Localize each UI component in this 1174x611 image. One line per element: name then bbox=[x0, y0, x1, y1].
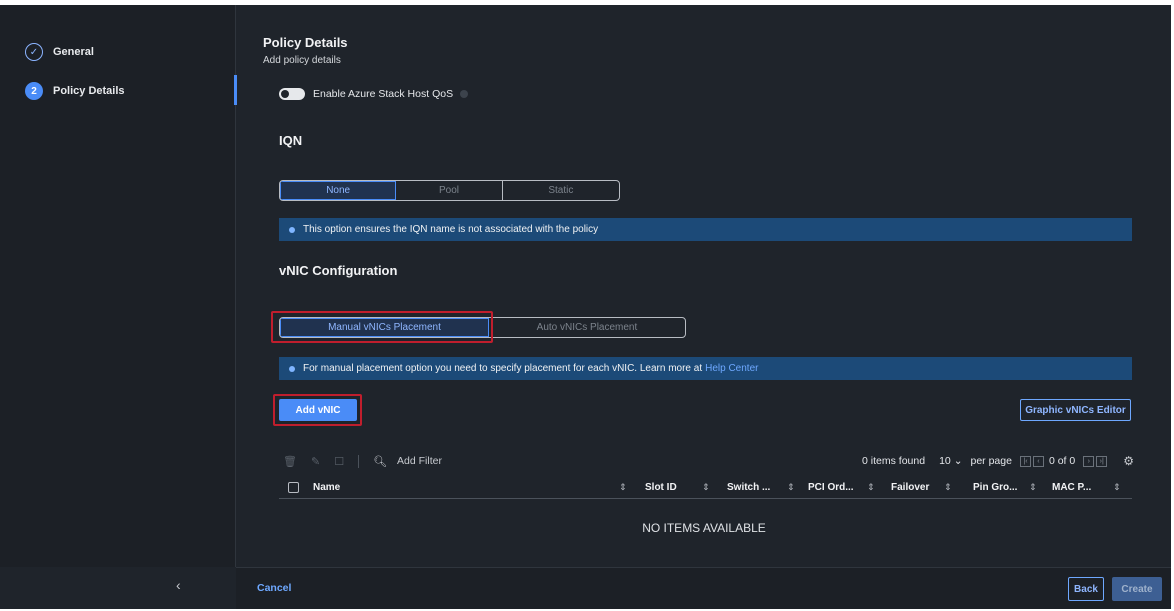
empty-state-text: NO ITEMS AVAILABLE bbox=[642, 521, 766, 535]
step-policy-details-label: Policy Details bbox=[53, 85, 125, 97]
sort-icon[interactable]: ⇕ bbox=[867, 482, 875, 493]
step-number-badge: 2 bbox=[25, 82, 43, 100]
per-page-label: per page bbox=[970, 455, 1012, 467]
page-info: 0 of 0 bbox=[1048, 455, 1076, 467]
highlight-box-add-vnic bbox=[273, 394, 362, 426]
column-pci-order[interactable]: PCI Ord... bbox=[808, 482, 854, 493]
next-page-icon[interactable]: › bbox=[1083, 455, 1095, 467]
gear-icon[interactable]: ⚙ bbox=[1123, 454, 1134, 468]
vnic-option-auto[interactable]: Auto vNICs Placement bbox=[489, 318, 685, 337]
vnic-section-title: vNIC Configuration bbox=[279, 263, 398, 278]
cancel-button[interactable]: Cancel bbox=[257, 582, 291, 594]
sort-icon[interactable]: ⇕ bbox=[619, 482, 627, 493]
info-icon bbox=[289, 226, 295, 233]
add-filter-input[interactable]: Add Filter bbox=[397, 455, 442, 467]
create-button[interactable]: Create bbox=[1112, 577, 1162, 601]
per-page-select[interactable]: 10 ⌄ bbox=[939, 455, 962, 467]
edit-icon[interactable]: ✎ bbox=[311, 455, 320, 468]
column-pin-group-label: Pin Gro... bbox=[973, 482, 1018, 493]
column-switch-label: Switch ... bbox=[727, 482, 771, 493]
sort-icon[interactable]: ⇕ bbox=[1029, 482, 1037, 493]
column-failover[interactable]: Failover bbox=[891, 482, 929, 493]
wizard-sidebar: ✓ General 2 Policy Details ‹ bbox=[0, 5, 236, 593]
table-header-row: Name ⇕ Slot ID ⇕ Switch ... ⇕ PCI Ord...… bbox=[279, 477, 1132, 499]
vnic-banner-text: For manual placement option you need to … bbox=[303, 363, 703, 374]
help-center-link[interactable]: Help Center bbox=[705, 363, 758, 374]
page-subtitle: Add policy details bbox=[263, 55, 341, 66]
iqn-banner-text: This option ensures the IQN name is not … bbox=[303, 224, 599, 235]
vnic-info-banner: For manual placement option you need to … bbox=[279, 357, 1132, 380]
azure-qos-label: Enable Azure Stack Host QoS bbox=[313, 88, 454, 100]
back-button[interactable]: Back bbox=[1068, 577, 1104, 601]
column-mac-pool-label: MAC P... bbox=[1052, 482, 1092, 493]
chevron-down-icon: ⌄ bbox=[953, 455, 963, 467]
column-switch[interactable]: Switch ... bbox=[727, 482, 770, 493]
info-icon[interactable] bbox=[460, 90, 469, 98]
column-name-label: Name bbox=[313, 482, 341, 493]
iqn-segmented-control: None Pool Static bbox=[279, 180, 620, 201]
iqn-option-none[interactable]: None bbox=[280, 181, 397, 200]
per-page-value: 10 bbox=[939, 455, 951, 467]
first-page-icon[interactable]: |‹ bbox=[1019, 455, 1031, 467]
step-general-label: General bbox=[53, 46, 94, 58]
sort-icon[interactable]: ⇕ bbox=[787, 482, 795, 493]
items-found-count: 0 items found bbox=[862, 455, 926, 467]
page-title: Policy Details bbox=[263, 35, 348, 50]
column-pin-group[interactable]: Pin Gro... bbox=[973, 482, 1017, 493]
column-slot-id[interactable]: Slot ID bbox=[645, 482, 677, 493]
last-page-icon[interactable]: ›| bbox=[1096, 455, 1108, 467]
column-pci-order-label: PCI Ord... bbox=[808, 482, 854, 493]
step-general[interactable]: ✓ General bbox=[25, 43, 94, 61]
sort-icon[interactable]: ⇕ bbox=[702, 482, 710, 493]
iqn-option-static[interactable]: Static bbox=[503, 181, 619, 200]
wizard-footer: Cancel Back Create bbox=[236, 567, 1171, 609]
delete-icon[interactable]: 🗑 bbox=[283, 455, 297, 468]
azure-qos-toggle-row: Enable Azure Stack Host QoS bbox=[279, 88, 469, 100]
column-name[interactable]: Name bbox=[313, 482, 340, 493]
select-all-checkbox[interactable] bbox=[288, 482, 299, 493]
step-policy-details[interactable]: 2 Policy Details bbox=[25, 82, 125, 100]
toolbar-divider bbox=[358, 454, 360, 468]
main-content: Policy Details Add policy details Enable… bbox=[237, 5, 1171, 567]
table-toolbar: 🗑 ✎ ☐ 🔍︎ Add Filter 0 items found 10 ⌄ p… bbox=[283, 452, 1134, 470]
sort-icon[interactable]: ⇕ bbox=[1113, 482, 1121, 493]
search-icon: 🔍︎ bbox=[373, 455, 388, 468]
check-circle-icon: ✓ bbox=[25, 43, 43, 61]
azure-qos-toggle[interactable] bbox=[279, 88, 305, 100]
clone-icon[interactable]: ☐ bbox=[334, 455, 344, 468]
iqn-option-pool[interactable]: Pool bbox=[396, 181, 503, 200]
column-failover-label: Failover bbox=[891, 482, 930, 493]
column-mac-pool[interactable]: MAC P... bbox=[1052, 482, 1091, 493]
prev-page-icon[interactable]: ‹ bbox=[1032, 455, 1044, 467]
graphic-vnics-editor-button[interactable]: Graphic vNICs Editor bbox=[1020, 399, 1131, 421]
iqn-section-title: IQN bbox=[279, 133, 303, 148]
highlight-box-manual bbox=[271, 311, 493, 343]
app-window: ✓ General 2 Policy Details ‹ Policy Deta… bbox=[0, 5, 1171, 609]
chevron-left-icon[interactable]: ‹ bbox=[176, 577, 181, 593]
info-icon bbox=[289, 365, 295, 372]
iqn-info-banner: This option ensures the IQN name is not … bbox=[279, 218, 1132, 241]
column-slot-id-label: Slot ID bbox=[645, 482, 677, 493]
sort-icon[interactable]: ⇕ bbox=[944, 482, 952, 493]
